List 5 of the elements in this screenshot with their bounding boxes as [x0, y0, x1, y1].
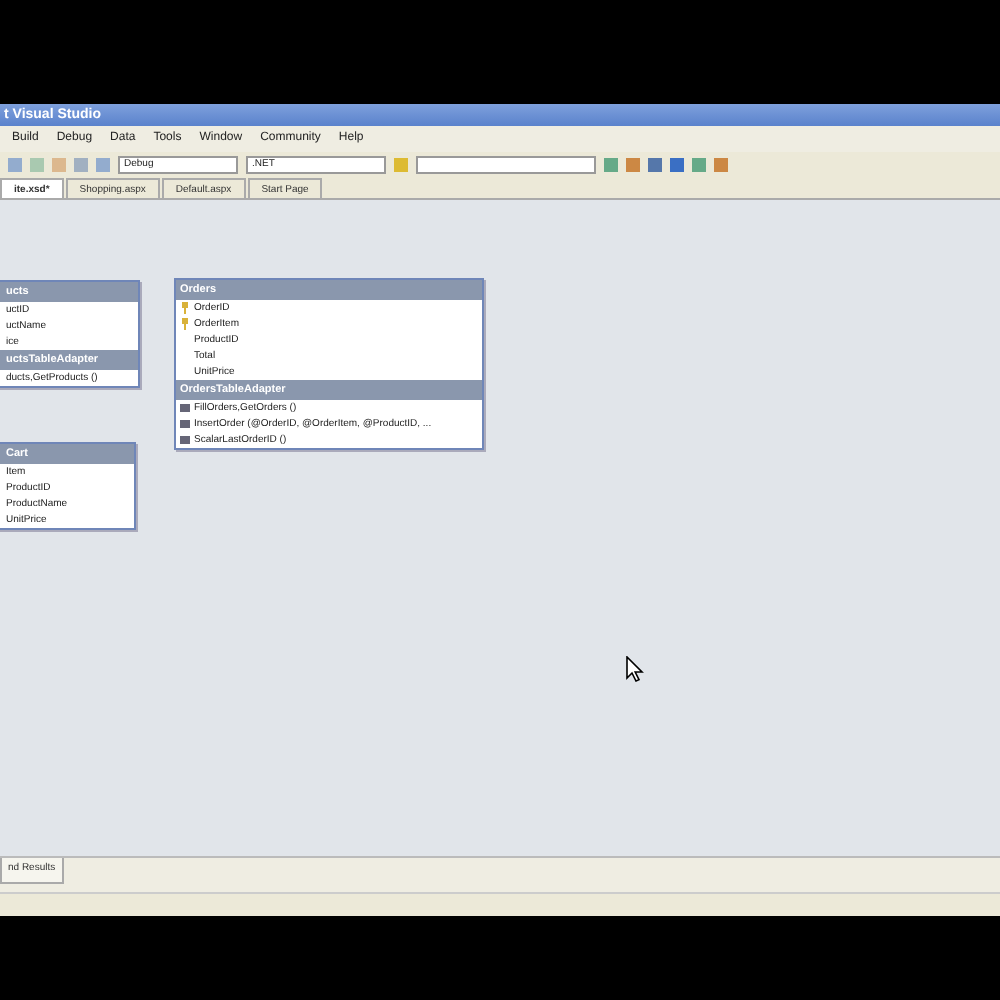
- key-icon: [180, 302, 190, 314]
- mouse-cursor-icon: [626, 656, 644, 682]
- dropdown[interactable]: [416, 156, 596, 174]
- key-icon: [180, 318, 190, 330]
- toolbar-icon[interactable]: [394, 158, 408, 172]
